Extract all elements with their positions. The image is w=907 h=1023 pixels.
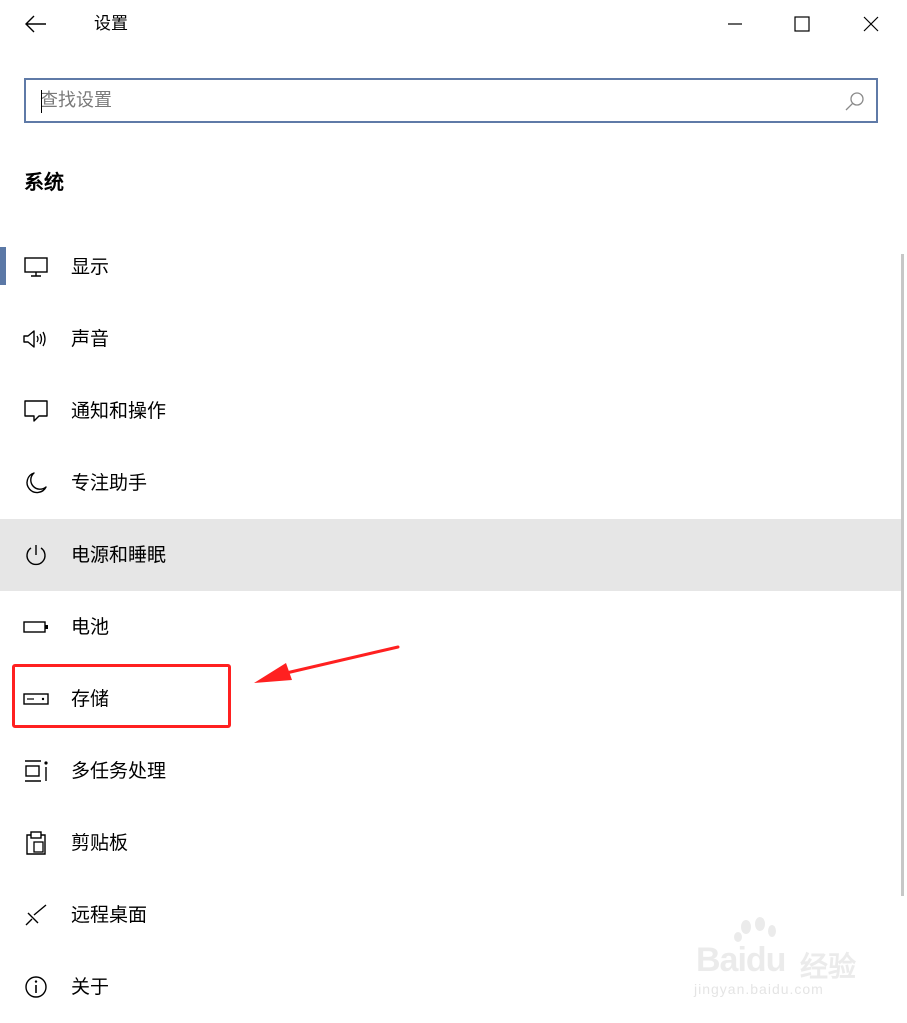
minimize-button[interactable] (712, 2, 758, 46)
active-indicator (0, 247, 6, 285)
nav-item-notifications[interactable]: 通知和操作 (0, 375, 902, 447)
close-icon (863, 16, 879, 32)
nav-item-multitasking[interactable]: 多任务处理 (0, 735, 902, 807)
battery-icon (21, 615, 51, 639)
nav-item-label: 电源和睡眠 (71, 544, 167, 566)
nav-item-label: 声音 (71, 328, 110, 350)
multitasking-icon (21, 759, 51, 783)
section-title: 系统 (24, 170, 64, 194)
nav-item-label: 多任务处理 (71, 760, 167, 782)
title-bar: 设置 (0, 0, 907, 50)
search-box[interactable] (24, 78, 878, 123)
nav-item-display[interactable]: 显示 (0, 231, 902, 303)
watermark-text: 经验 (800, 950, 857, 983)
watermark-url: jingyan.baidu.com (694, 981, 824, 997)
watermark-logo: Baidu (696, 941, 786, 979)
text-caret (41, 90, 42, 113)
back-button[interactable] (16, 6, 56, 42)
remote-desktop-icon (21, 903, 51, 927)
nav-item-power-sleep[interactable]: 电源和睡眠 (0, 519, 902, 591)
minimize-icon (728, 23, 742, 25)
maximize-button[interactable] (779, 2, 825, 46)
back-arrow-icon (25, 15, 46, 33)
maximize-icon (794, 16, 810, 32)
nav-list: 显示 声音 通知和操作 专注助手 电源和睡眠 电池 存储 多任务处理 剪贴板 远… (0, 231, 902, 1023)
window-title: 设置 (94, 14, 128, 34)
moon-icon (21, 471, 51, 495)
search-icon[interactable] (844, 90, 866, 112)
nav-item-label: 电池 (71, 616, 110, 638)
baidu-jingyan-watermark: Baidu 经验 jingyan.baidu.com (690, 915, 870, 1005)
notification-icon (21, 399, 51, 423)
nav-item-clipboard[interactable]: 剪贴板 (0, 807, 902, 879)
info-icon (21, 975, 51, 999)
nav-item-label: 专注助手 (71, 472, 148, 494)
nav-item-label: 剪贴板 (71, 832, 129, 854)
monitor-icon (21, 255, 51, 279)
close-button[interactable] (848, 2, 894, 46)
nav-item-label: 显示 (71, 256, 110, 278)
power-icon (21, 543, 51, 567)
nav-item-battery[interactable]: 电池 (0, 591, 902, 663)
nav-item-label: 远程桌面 (71, 904, 148, 926)
nav-item-label: 关于 (71, 976, 110, 998)
nav-item-sound[interactable]: 声音 (0, 303, 902, 375)
scrollbar[interactable] (901, 254, 904, 896)
clipboard-icon (21, 831, 51, 855)
nav-item-focus-assist[interactable]: 专注助手 (0, 447, 902, 519)
speaker-icon (21, 327, 51, 351)
annotation-highlight-box (12, 664, 231, 728)
nav-item-label: 通知和操作 (71, 400, 167, 422)
search-input[interactable] (40, 80, 830, 121)
annotation-arrow-icon (254, 645, 400, 683)
